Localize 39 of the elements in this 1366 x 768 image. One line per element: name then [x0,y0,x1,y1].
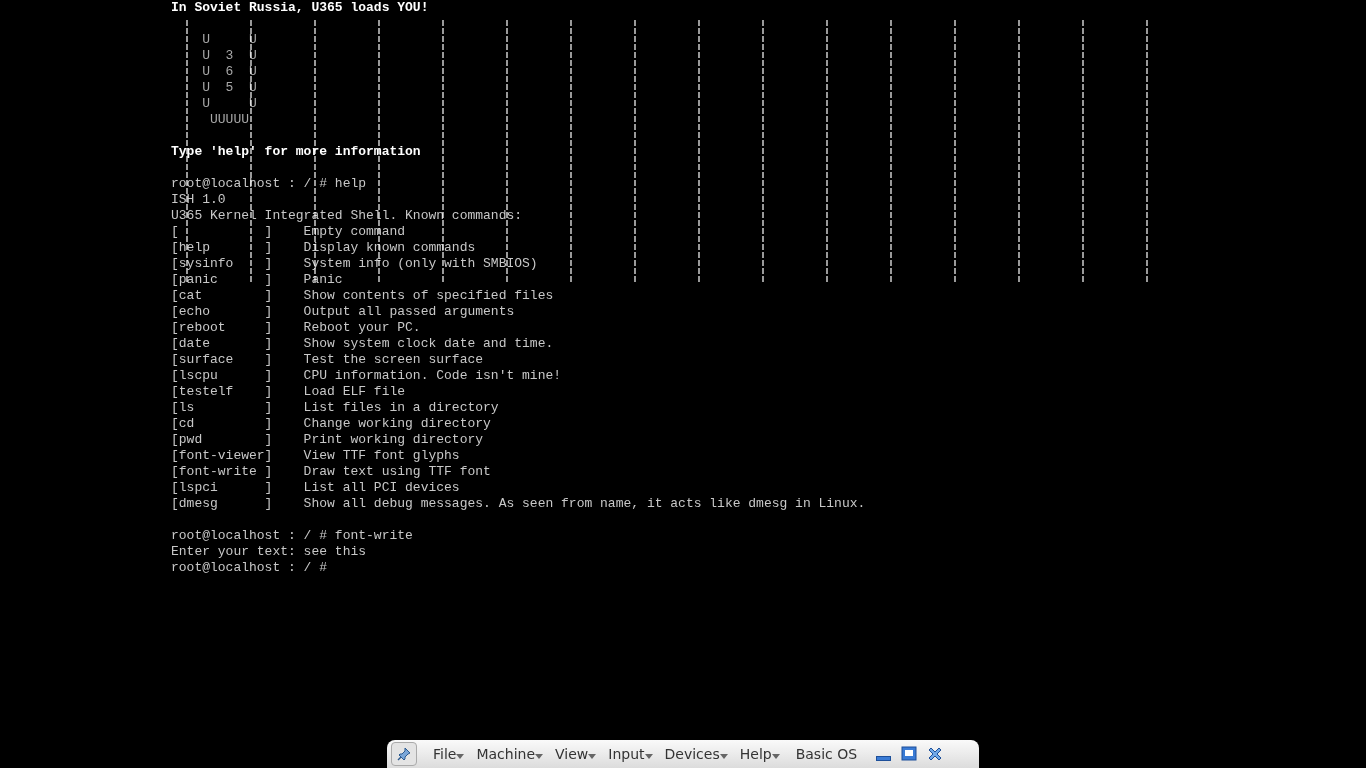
console-line: [help ] Display known commands [171,240,476,256]
console-heading: Type 'help' for more information [171,144,421,160]
console-line: [ls ] List files in a directory [171,400,499,416]
console-line: [ ] Empty command [171,224,406,240]
console-line: [lspci ] List all PCI devices [171,480,460,496]
console-line: ISH 1.0 [171,192,226,208]
console-line: [dmesg ] Show all debug messages. As seen from name, it acts like dmesg in Linux. [171,496,866,512]
menu-item[interactable]: Devices [658,746,734,762]
vm-title: Basic OS [795,746,858,762]
console-line: [surface ] Test the screen surface [171,352,484,368]
console-line: [testelf ] Load ELF file [171,384,406,400]
console-line: [cat ] Show contents of specified files [171,288,554,304]
console-line: root@localhost : / # help [171,176,367,192]
console-line: U365 Kernel Integrated Shell. Known commands: [171,208,523,224]
console-line: Enter your text: see this [171,544,367,560]
menu-item[interactable]: Machine [470,746,550,762]
console-line: [panic ] Panic [171,272,343,288]
ascii-logo-line: UUUUU [209,112,249,128]
console-line: [pwd ] Print working directory [171,432,484,448]
console-line: root@localhost : / # [171,560,328,576]
console-line: root@localhost : / # font-write [171,528,413,544]
ascii-logo-line: U 3 U [201,48,257,64]
ascii-logo-line: U 6 U [201,64,257,80]
ascii-logo-line: U U [201,96,257,112]
console-line: [reboot ] Reboot your PC. [171,320,421,336]
console-line: [cd ] Change working directory [171,416,491,432]
menu-item[interactable]: File [427,746,471,762]
menu-item[interactable]: Input [602,746,659,762]
console-line: [date ] Show system clock date and time. [171,336,554,352]
console-line: [font-viewer] View TTF font glyphs [171,448,460,464]
menu-item[interactable]: View [549,746,603,762]
console-line: [echo ] Output all passed arguments [171,304,515,320]
console-heading: In Soviet Russia, U365 loads YOU! [171,0,429,16]
console-line: [sysinfo ] System info (only with SMBIOS) [171,256,538,272]
console-line: [lscpu ] CPU information. Code isn't mine! [171,368,562,384]
console-line: [font-write ] Draw text using TTF font [171,464,491,480]
ascii-logo-line: U 5 U [201,80,257,96]
menu-item[interactable]: Help [733,746,786,762]
ascii-logo-line: U U [201,32,257,48]
